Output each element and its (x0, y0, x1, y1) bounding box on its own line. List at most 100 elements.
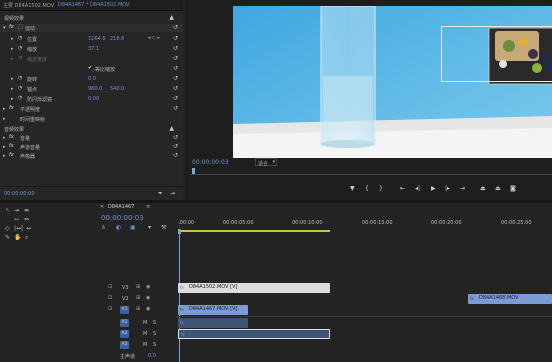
channel-volume-row[interactable]: ▸ fx 声道音量 ↺ (0, 143, 183, 151)
track-lock-icon[interactable]: ⊡ (108, 306, 112, 312)
solo-button[interactable]: S (153, 320, 156, 326)
selection-tool-icon[interactable]: ↖ (5, 208, 10, 214)
reset-icon[interactable]: ↺ (173, 45, 178, 52)
export-icon[interactable]: ⇥ (170, 190, 175, 197)
opacity-row[interactable]: ▸ fx 不透明度 ↺ (0, 105, 183, 113)
scale-value[interactable]: 37.1 (88, 46, 99, 52)
mute-button[interactable]: M (143, 342, 147, 348)
effect-controls-timecode[interactable]: 00:00:00:00 (4, 191, 35, 197)
stopwatch-icon[interactable]: ◔ (18, 85, 22, 91)
up-arrow-icon[interactable]: ▲ (169, 125, 174, 132)
tab-effect-controls[interactable]: D84A1467 * D84A1502.MOV (58, 2, 130, 8)
stopwatch-icon[interactable]: ◔ (18, 35, 22, 41)
reset-icon[interactable]: ↺ (173, 143, 178, 150)
reset-icon[interactable]: ↺ (173, 75, 178, 82)
tab-source[interactable]: 主要 D84A1502.MOV (3, 2, 54, 9)
motion-row[interactable]: ▾ fx ⬚ 运动 ↺ (0, 24, 183, 32)
nest-icon[interactable]: ▣ (130, 225, 136, 231)
position-x-value[interactable]: 1164.6 (88, 36, 106, 42)
add-marker-icon[interactable]: ▼ (350, 185, 355, 192)
clip-v2[interactable]: D84A1468.MOV (468, 294, 552, 304)
inset-selection-box[interactable] (441, 26, 552, 82)
mark-in-icon[interactable]: { (365, 185, 369, 192)
eye-icon[interactable]: ◉ (146, 295, 150, 301)
clip-v3[interactable]: D84A1502.MOV [V] (178, 283, 330, 293)
extract-icon[interactable]: ⏏ (495, 185, 501, 192)
time-remap-row[interactable]: ▸ 时间重映射 (0, 115, 183, 123)
track-lock-icon[interactable]: ⊡ (108, 295, 112, 301)
mark-out-icon[interactable]: } (379, 185, 383, 192)
mute-button[interactable]: M (143, 331, 147, 337)
solo-button[interactable]: S (153, 331, 156, 337)
slide-tool-icon[interactable]: ↔ (26, 226, 31, 232)
timeline-ruler[interactable]: :00:00 00:00:05:00 00:00:10:00 00:00:15:… (178, 217, 552, 233)
slip-tool-icon[interactable]: |↔| (14, 226, 23, 232)
clip-v1[interactable]: D84A1467.MOV [V] (178, 305, 248, 315)
menu-icon[interactable]: ≡ (146, 204, 150, 210)
settings-wrench-icon[interactable]: ⚒ (161, 225, 166, 231)
stopwatch-icon[interactable]: ◔ (18, 75, 22, 81)
playhead-line[interactable] (179, 233, 180, 362)
export-frame-icon[interactable]: ◙ (510, 185, 516, 192)
ripple-edit-tool-icon[interactable]: ⇹ (24, 208, 29, 214)
position-y-value[interactable]: 218.6 (110, 36, 124, 42)
track-lock-icon[interactable]: ⊡ (108, 284, 112, 290)
go-to-in-icon[interactable]: ⇤ (400, 185, 405, 192)
eye-icon[interactable]: ◉ (146, 284, 150, 290)
expand-triangle-icon[interactable]: ▸ (11, 86, 14, 92)
snap-icon[interactable]: ⋔ (101, 225, 106, 231)
up-arrow-icon[interactable]: ▲ (169, 14, 174, 21)
step-back-icon[interactable]: ◂| (415, 185, 420, 192)
stopwatch-icon[interactable]: ◔ (18, 95, 22, 101)
work-area-bar[interactable] (178, 230, 330, 232)
monitor-time-ruler[interactable] (190, 170, 552, 175)
zoom-tool-icon[interactable]: ⌕ (25, 235, 28, 241)
rolling-edit-tool-icon[interactable]: ⇿ (14, 217, 19, 223)
eye-icon[interactable]: ◉ (146, 306, 150, 312)
anchor-x-value[interactable]: 960.0 (88, 86, 102, 92)
master-value[interactable]: 0.0 (148, 353, 156, 359)
reset-icon[interactable]: ↺ (173, 95, 178, 102)
expand-triangle-icon[interactable]: ▸ (3, 106, 6, 112)
panner-row[interactable]: ▸ fx 声像器 ↺ (0, 152, 183, 160)
expand-triangle-icon[interactable]: ▸ (11, 46, 14, 52)
uniform-scale-checkbox[interactable]: ✔ (88, 65, 92, 71)
sync-lock-icon[interactable]: ⊞ (136, 295, 140, 301)
reset-icon[interactable]: ↺ (173, 134, 178, 141)
step-forward-icon[interactable]: |▸ (445, 185, 450, 192)
go-to-out-icon[interactable]: ⇥ (460, 185, 465, 192)
program-timecode[interactable]: 00:00:00:03 (192, 159, 229, 166)
razor-tool-icon[interactable]: ◇ (5, 226, 10, 232)
track-select-tool-icon[interactable]: ⇥ (14, 208, 19, 214)
sequence-tab[interactable]: D84A1467 (108, 204, 134, 210)
linked-selection-icon[interactable]: ◐ (116, 225, 121, 231)
lift-icon[interactable]: ⏏ (480, 185, 486, 192)
marker-icon[interactable]: ▾ (148, 225, 151, 231)
audio-clip-a2[interactable]: fx (178, 329, 330, 339)
monitor-playhead[interactable] (192, 168, 195, 174)
expand-triangle-icon[interactable]: ▸ (3, 144, 6, 150)
expand-triangle-icon[interactable]: ▸ (11, 36, 14, 42)
reset-icon[interactable]: ↺ (173, 35, 178, 42)
expand-triangle-icon[interactable]: ▸ (11, 76, 14, 82)
solo-button[interactable]: S (153, 342, 156, 348)
reset-icon[interactable]: ↺ (173, 65, 178, 72)
rate-stretch-tool-icon[interactable]: ⇔ (24, 217, 29, 223)
fit-dropdown[interactable]: 适合 ▾ (255, 158, 277, 167)
reset-icon[interactable]: ↺ (173, 152, 178, 159)
close-icon[interactable]: ✕ (100, 204, 104, 210)
antiflicker-value[interactable]: 0.00 (88, 96, 99, 102)
sync-lock-icon[interactable]: ⊞ (136, 284, 140, 290)
hand-tool-icon[interactable]: ✋ (14, 235, 21, 241)
filter-icon[interactable]: ⏷ (158, 190, 163, 198)
rotation-value[interactable]: 0.0 (88, 76, 96, 82)
sync-lock-icon[interactable]: ⊞ (136, 306, 140, 312)
mute-button[interactable]: M (143, 320, 147, 326)
reset-icon[interactable]: ↺ (173, 55, 178, 62)
expand-triangle-icon[interactable]: ▸ (3, 135, 6, 141)
expand-triangle-icon[interactable]: ▸ (3, 116, 6, 122)
reset-icon[interactable]: ↺ (173, 24, 178, 31)
pen-tool-icon[interactable]: ✎ (5, 235, 10, 241)
reset-icon[interactable]: ↺ (173, 105, 178, 112)
play-icon[interactable]: ▶ (431, 185, 436, 192)
